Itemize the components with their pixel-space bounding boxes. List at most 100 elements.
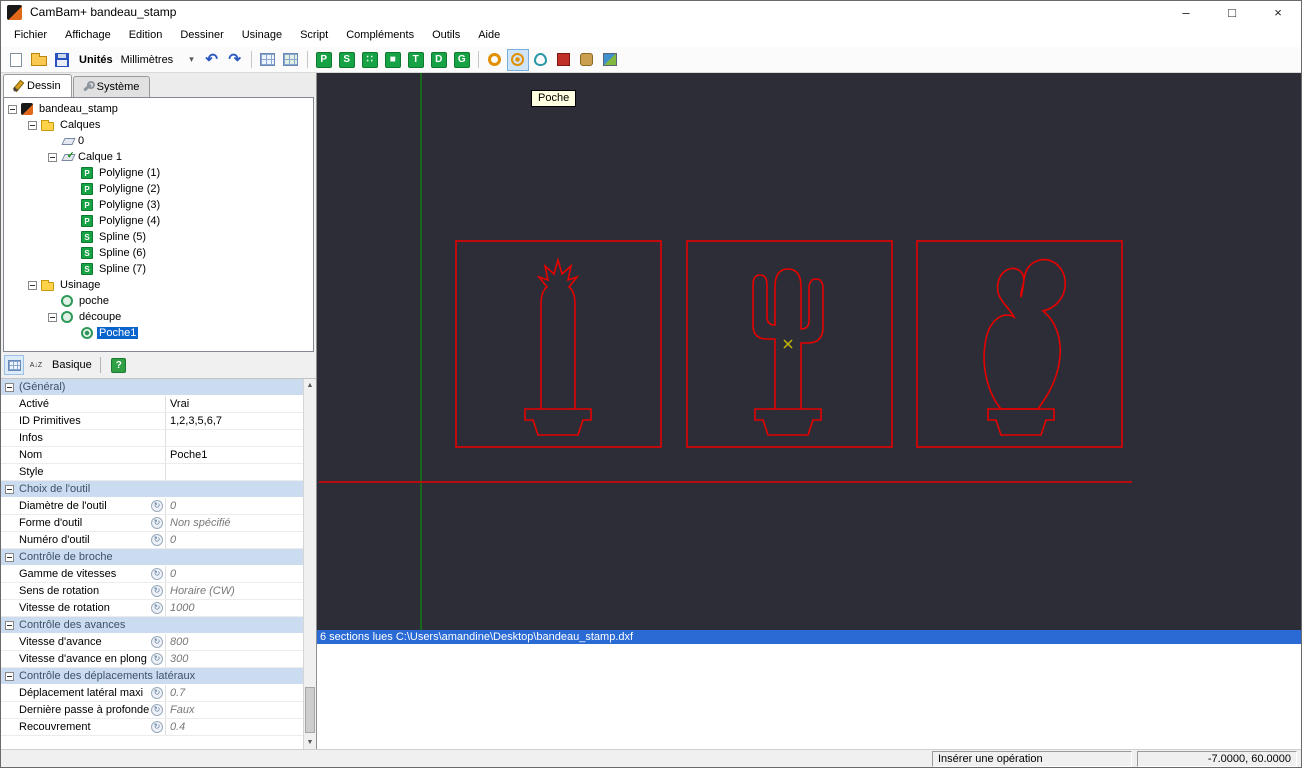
tab-dessin[interactable]: Dessin [3, 74, 72, 97]
property-row-d-placement-lat-ral-maxi[interactable]: Déplacement latéral maxi 0.7 [1, 685, 303, 702]
grid-snap-button[interactable] [257, 49, 279, 71]
property-section-contr-le-des-d-placements-lat-raux[interactable]: Contrôle des déplacements latéraux [1, 668, 303, 685]
tree-item-label: 0 [78, 135, 85, 147]
section-collapse-toggle[interactable] [5, 620, 14, 630]
mop-engrave-button[interactable] [553, 49, 575, 71]
property-row-diam-tre-de-l-outil[interactable]: Diamètre de l'outil 0 [1, 498, 303, 515]
minimize-button[interactable]: – [1163, 1, 1209, 23]
property-row-recouvrement[interactable]: Recouvrement 0.4 [1, 719, 303, 736]
draw-surface-button[interactable]: D [428, 49, 450, 71]
new-file-button[interactable] [5, 49, 27, 71]
tree-item-usinage[interactable]: Usinage [4, 277, 313, 293]
menu-item-script[interactable]: Script [291, 25, 337, 45]
section-name: Choix de l'outil [19, 483, 91, 495]
property-row-nom[interactable]: Nom Poche1 [1, 447, 303, 464]
draw-polyline-button[interactable]: P [313, 49, 335, 71]
status-message-row[interactable]: 6 sections lues C:\Users\amandine\Deskto… [317, 630, 1301, 644]
tree-item-calque-1[interactable]: Calque 1 [4, 149, 313, 165]
tree-item-polyligne-3[interactable]: Polyligne (3) [4, 197, 313, 213]
close-button[interactable]: × [1255, 1, 1301, 23]
property-row-style[interactable]: Style [1, 464, 303, 481]
menu-item-dessiner[interactable]: Dessiner [171, 25, 232, 45]
expand-collapse-toggle[interactable] [28, 120, 37, 130]
tree-item-polyligne-1[interactable]: Polyligne (1) [4, 165, 313, 181]
tree-item-0[interactable]: 0 [4, 133, 313, 149]
scroll-down-icon[interactable]: ▼ [304, 736, 316, 749]
section-collapse-toggle[interactable] [5, 671, 14, 681]
tree-item-polyligne-4[interactable]: Polyligne (4) [4, 213, 313, 229]
mop-3d-button[interactable] [599, 49, 621, 71]
tree-item-poche[interactable]: poche [4, 293, 313, 309]
maximize-button[interactable]: □ [1209, 1, 1255, 23]
properties-scrollbar[interactable]: ▲ ▼ [303, 379, 316, 749]
layer-checked-icon [61, 153, 76, 161]
inherit-default-icon [151, 653, 163, 665]
property-value: 0 [170, 500, 177, 512]
menu-item-aide[interactable]: Aide [469, 25, 509, 45]
menu-item-edition[interactable]: Edition [120, 25, 172, 45]
tree-item-d-coupe[interactable]: découpe [4, 309, 313, 325]
expand-collapse-toggle[interactable] [8, 104, 17, 114]
tree-item-bandeau-stamp[interactable]: bandeau_stamp [4, 101, 313, 117]
grid-table-button[interactable] [280, 49, 302, 71]
property-row-forme-d-outil[interactable]: Forme d'outil Non spécifié [1, 515, 303, 532]
menu-item-compl-ments[interactable]: Compléments [337, 25, 423, 45]
tree-item-spline-7[interactable]: Spline (7) [4, 261, 313, 277]
inherit-default-icon [151, 602, 163, 614]
property-row-gamme-de-vitesses[interactable]: Gamme de vitesses 0 [1, 566, 303, 583]
expand-collapse-toggle[interactable] [48, 152, 57, 162]
menu-item-affichage[interactable]: Affichage [56, 25, 120, 45]
property-section-contr-le-de-broche[interactable]: Contrôle de broche [1, 549, 303, 566]
tree-item-calques[interactable]: Calques [4, 117, 313, 133]
undo-button[interactable]: ↶ [201, 49, 223, 71]
property-row-vitesse-de-rotation[interactable]: Vitesse de rotation 1000 [1, 600, 303, 617]
draw-text-button[interactable]: T [405, 49, 427, 71]
menu-item-fichier[interactable]: Fichier [5, 25, 56, 45]
property-row-id-primitives[interactable]: ID Primitives 1,2,3,5,6,7 [1, 413, 303, 430]
tab-syst-me[interactable]: Système [72, 76, 151, 97]
tree-item-spline-6[interactable]: Spline (6) [4, 245, 313, 261]
property-row-vitesse-d-avance[interactable]: Vitesse d'avance 800 [1, 634, 303, 651]
drawing-canvas[interactable]: Poche [317, 73, 1301, 630]
redo-button[interactable]: ↷ [224, 49, 246, 71]
help-button[interactable]: ? [109, 355, 129, 375]
property-row-num-ro-d-outil[interactable]: Numéro d'outil 0 [1, 532, 303, 549]
section-collapse-toggle[interactable] [5, 484, 14, 494]
property-section-g-n-ral[interactable]: (Général) [1, 379, 303, 396]
tree-item-poche1[interactable]: Poche1 [4, 325, 313, 341]
cactus-2-pot [754, 408, 822, 436]
property-section-contr-le-des-avances[interactable]: Contrôle des avances [1, 617, 303, 634]
open-folder-button[interactable] [28, 49, 50, 71]
scrollbar-thumb[interactable] [305, 687, 315, 733]
section-collapse-toggle[interactable] [5, 382, 14, 392]
draw-points-button[interactable]: ∷ [359, 49, 381, 71]
mop-pocket-button[interactable] [506, 48, 529, 71]
tree-item-polyligne-2[interactable]: Polyligne (2) [4, 181, 313, 197]
alphabetical-sort-button[interactable]: A↓Z [26, 355, 46, 375]
mop-lathe-button[interactable] [576, 49, 598, 71]
property-section-choix-de-l-outil[interactable]: Choix de l'outil [1, 481, 303, 498]
mop-drill-button[interactable] [484, 49, 506, 71]
property-name: Forme d'outil [1, 515, 166, 531]
expand-collapse-toggle[interactable] [48, 312, 57, 322]
expand-collapse-toggle[interactable] [28, 280, 37, 290]
draw-spline-button[interactable]: S [336, 49, 358, 71]
draw-region-button[interactable]: G [451, 49, 473, 71]
tree-item-spline-5[interactable]: Spline (5) [4, 229, 313, 245]
save-button[interactable] [51, 49, 73, 71]
property-row-infos[interactable]: Infos [1, 430, 303, 447]
property-name: Vitesse d'avance en plong [1, 651, 166, 667]
inherit-default-icon [151, 500, 163, 512]
units-combo[interactable]: Millimètres ▾ [118, 52, 197, 68]
menu-item-outils[interactable]: Outils [423, 25, 469, 45]
property-row-sens-de-rotation[interactable]: Sens de rotation Horaire (CW) [1, 583, 303, 600]
mop-profile-button[interactable] [530, 49, 552, 71]
menu-item-usinage[interactable]: Usinage [233, 25, 291, 45]
categorized-view-button[interactable] [4, 355, 24, 375]
property-row-derni-re-passe-profonde[interactable]: Dernière passe à profonde Faux [1, 702, 303, 719]
property-row-vitesse-d-avance-en-plong[interactable]: Vitesse d'avance en plong 300 [1, 651, 303, 668]
property-row-activ[interactable]: Activé Vrai [1, 396, 303, 413]
section-collapse-toggle[interactable] [5, 552, 14, 562]
scroll-up-icon[interactable]: ▲ [304, 379, 316, 392]
draw-rectangle-button[interactable]: ■ [382, 49, 404, 71]
